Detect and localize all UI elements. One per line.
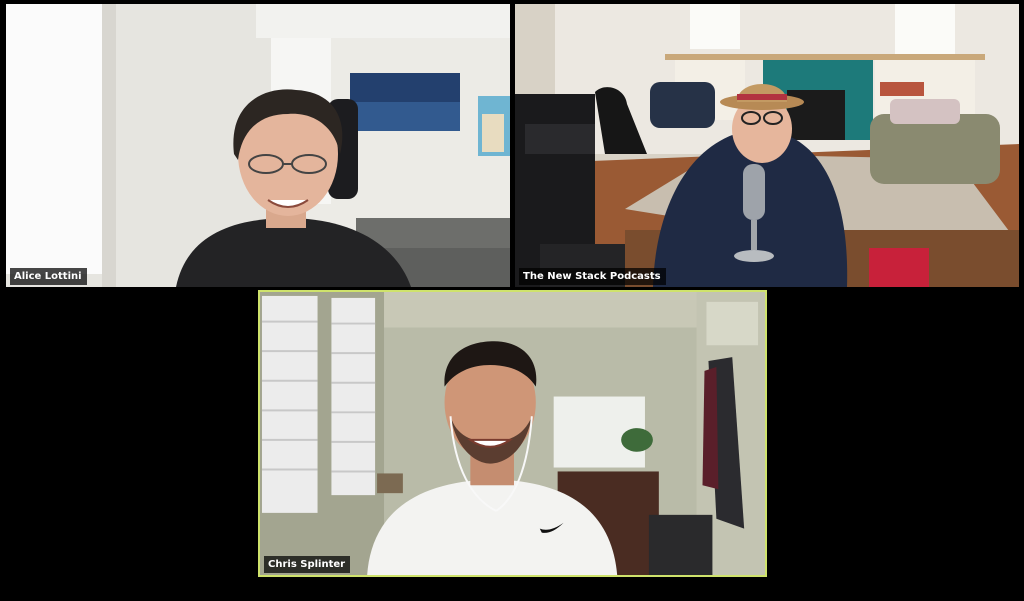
video-tile-alice-lottini[interactable]: Alice Lottini xyxy=(6,4,510,287)
video-feed-the-new-stack-podcasts xyxy=(515,4,1019,287)
participant-name-label: The New Stack Podcasts xyxy=(519,268,666,285)
participant-name-label: Alice Lottini xyxy=(10,268,87,285)
video-feed-chris-splinter xyxy=(260,292,765,575)
video-tile-chris-splinter[interactable]: Chris Splinter xyxy=(258,290,767,577)
video-tile-the-new-stack-podcasts[interactable]: The New Stack Podcasts xyxy=(515,4,1019,287)
video-feed-alice-lottini xyxy=(6,4,510,287)
participant-name-label: Chris Splinter xyxy=(264,556,351,573)
